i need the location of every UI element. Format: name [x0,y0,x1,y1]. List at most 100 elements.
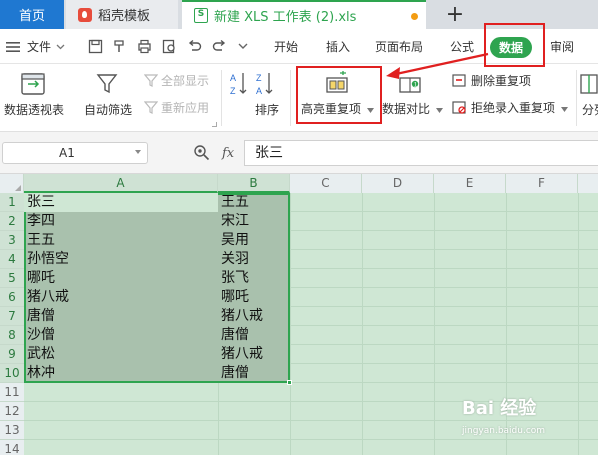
cell-a7[interactable]: 唐僧 [25,307,217,326]
column-header-b[interactable]: B [218,174,290,193]
reject-duplicates-icon [452,101,466,114]
row-header[interactable]: 1 [0,193,24,212]
column-header-a[interactable]: A [24,174,218,193]
select-all-corner[interactable] [0,174,24,193]
insert-function-button[interactable]: fx [222,146,234,161]
filter-dialog-launcher-icon[interactable] [212,122,217,127]
zoom-search-icon[interactable] [193,144,210,164]
cell-b10[interactable]: 唐僧 [219,364,289,383]
cell-b1[interactable]: 王五 [219,193,289,212]
pivot-table-button[interactable]: 数据透视表 [4,101,64,118]
filter-refresh-icon [143,101,159,114]
row-header[interactable]: 3 [0,231,24,250]
new-tab-button[interactable]: + [438,0,472,29]
cell-a1[interactable]: 张三 [25,193,217,212]
reject-duplicates-button[interactable]: 拒绝录入重复项 [452,99,568,116]
row-header[interactable]: 10 [0,364,24,383]
formula-bar: A1 fx 张三 [0,132,598,174]
row-header[interactable]: 4 [0,250,24,269]
format-painter-icon[interactable] [112,39,127,54]
column-header-d[interactable]: D [362,174,434,193]
sort-za-icon[interactable]: ZA [255,70,277,101]
row-header[interactable]: 13 [0,421,24,440]
cell-b9[interactable]: 猪八戒 [219,345,289,364]
more-quick-access-icon[interactable] [238,43,248,50]
row-header[interactable]: 12 [0,402,24,421]
spreadsheet-grid[interactable]: A B C D E F 1 2 3 4 5 6 7 8 9 10 11 12 13 14 张三 李四 王五 孙悟… [0,174,598,455]
cell-b4[interactable]: 关羽 [219,250,289,269]
sort-button[interactable]: 排序 [255,101,279,118]
unsaved-indicator-icon [411,13,418,20]
cell-reference: A1 [59,146,75,160]
data-compare-button[interactable]: 数据对比 [382,100,443,117]
tab-home[interactable]: 首页 [0,0,64,29]
chevron-down-icon [56,44,65,49]
cell-a8[interactable]: 沙僧 [25,326,217,345]
row-header[interactable]: 2 [0,212,24,231]
row-header[interactable]: 9 [0,345,24,364]
column-header-f[interactable]: F [506,174,578,193]
cell-b2[interactable]: 宋江 [219,212,289,231]
chevron-down-icon [560,107,568,112]
row-header[interactable]: 14 [0,440,24,455]
annotation-box-data-tab [484,23,545,67]
cell-b7[interactable]: 猪八戒 [219,307,289,326]
redo-icon[interactable] [212,39,227,54]
cell-a6[interactable]: 猪八戒 [25,288,217,307]
watermark-url: jingyan.baidu.com [462,426,546,436]
cell-a3[interactable]: 王五 [25,231,217,250]
menu-item-review[interactable]: 审阅 [550,29,574,64]
cell-a9[interactable]: 武松 [25,345,217,364]
save-icon[interactable] [88,39,103,54]
undo-icon[interactable] [187,39,202,54]
pivot-table-icon[interactable] [20,72,46,96]
cell-b3[interactable]: 吴用 [219,231,289,250]
cell-a5[interactable]: 哪吒 [25,269,217,288]
cell-b5[interactable]: 张飞 [219,269,289,288]
svg-text:A: A [256,86,262,96]
reapply-button[interactable]: 重新应用 [143,99,209,116]
gridline [578,193,579,455]
auto-filter-button[interactable]: 自动筛选 [84,101,132,118]
svg-text:Z: Z [230,86,236,96]
formula-input[interactable]: 张三 [244,140,598,166]
filter-icon[interactable] [95,72,119,99]
name-box[interactable]: A1 [2,142,148,164]
cell-b6[interactable]: 哪吒 [219,288,289,307]
split-column-button[interactable]: 分列 [582,101,598,118]
menu-file[interactable]: 文件 [27,29,65,64]
svg-text:A: A [230,73,236,83]
column-header-g[interactable] [578,174,598,193]
row-header[interactable]: 7 [0,307,24,326]
ribbon-separator [290,70,291,126]
menu-item-start[interactable]: 开始 [274,29,298,64]
tab-templates[interactable]: 稻壳模板 [66,0,178,29]
cell-a2[interactable]: 李四 [25,212,217,231]
print-icon[interactable] [137,39,152,54]
cell-a4[interactable]: 孙悟空 [25,250,217,269]
spreadsheet-icon: S [194,8,208,23]
tab-document-label: 新建 XLS 工作表 (2).xls [214,10,357,25]
row-header[interactable]: 8 [0,326,24,345]
row-header[interactable]: 11 [0,383,24,402]
tab-document[interactable]: S 新建 XLS 工作表 (2).xls [182,0,426,29]
chevron-down-icon[interactable] [135,150,141,154]
cell-b8[interactable]: 唐僧 [219,326,289,345]
print-preview-icon[interactable] [162,39,177,54]
ribbon-separator [576,70,577,126]
row-header[interactable]: 6 [0,288,24,307]
gridline [362,193,363,455]
column-header-c[interactable]: C [290,174,362,193]
row-header[interactable]: 5 [0,269,24,288]
sort-az-icon[interactable]: AZ [229,70,249,101]
gridline [24,420,598,421]
hamburger-icon[interactable] [6,29,20,64]
ribbon-separator [221,70,222,126]
cell-a10[interactable]: 林冲 [25,364,217,383]
show-all-button[interactable]: 全部显示 [143,72,209,89]
column-header-e[interactable]: E [434,174,506,193]
menu-item-insert[interactable]: 插入 [326,29,350,64]
split-column-icon[interactable] [580,73,598,98]
chevron-down-icon [435,108,443,113]
gridline [24,439,598,440]
